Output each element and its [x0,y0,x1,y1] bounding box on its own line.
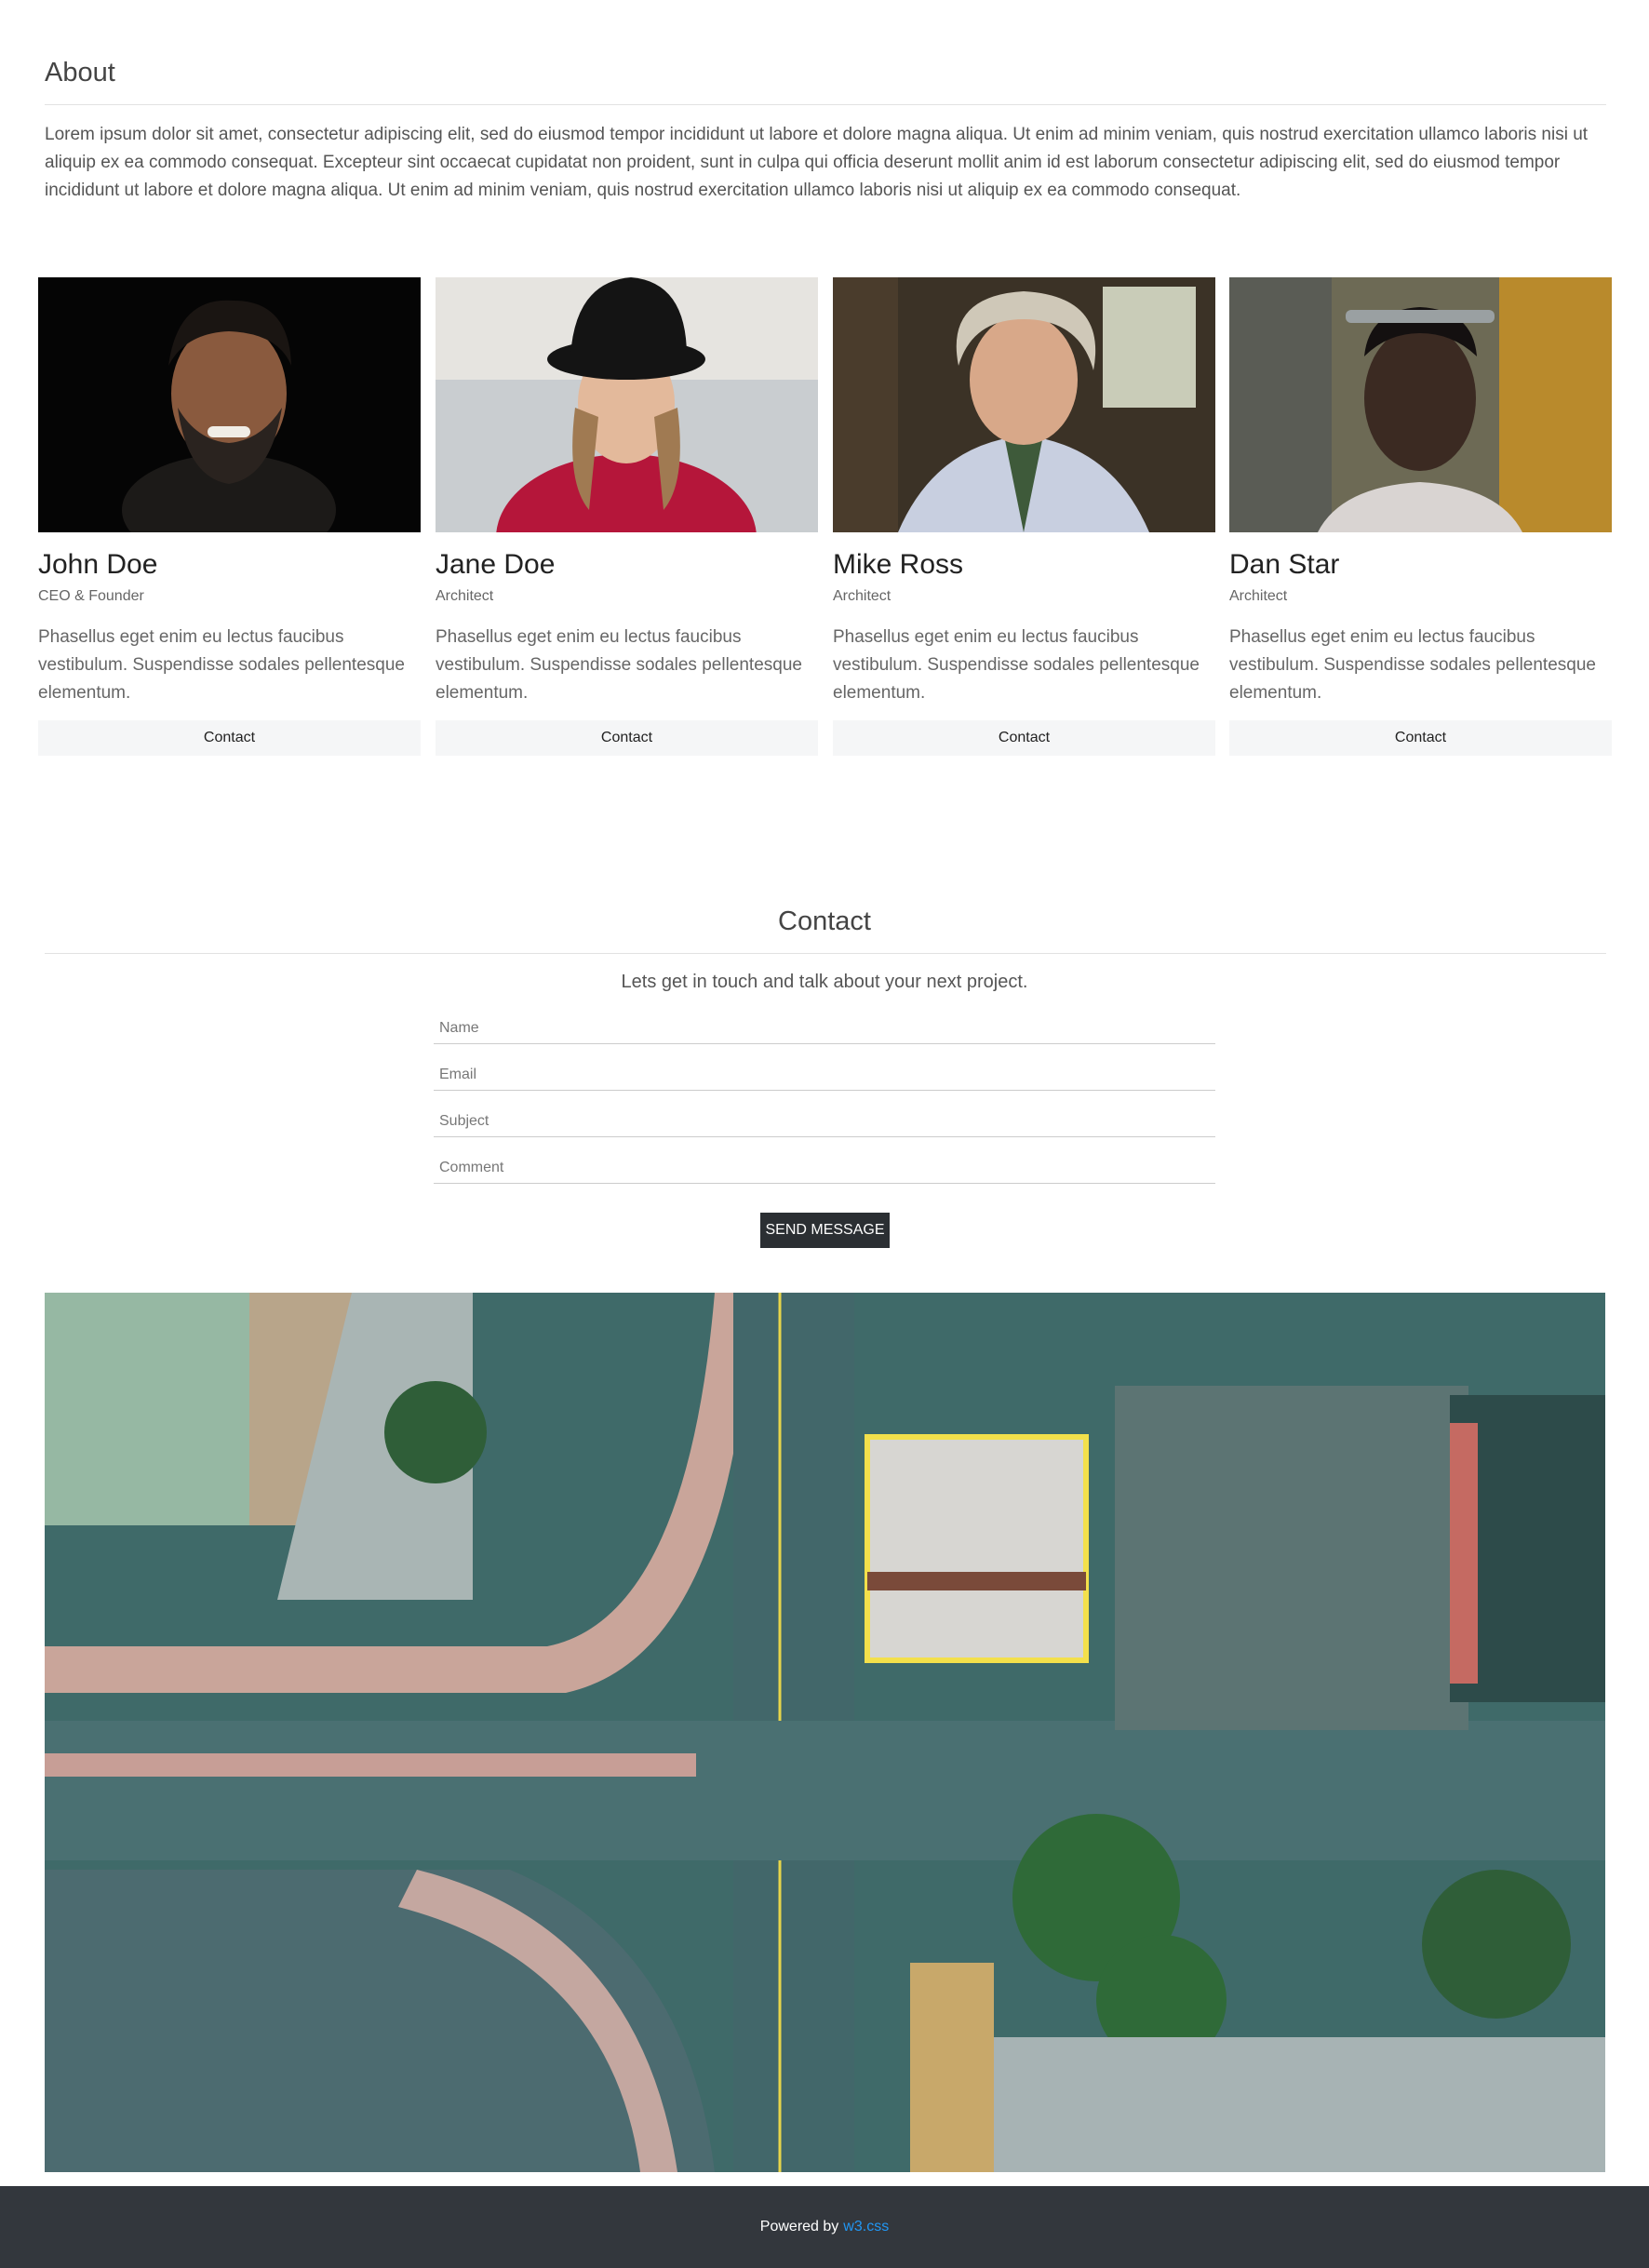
footer: Powered by w3.css [0,2186,1649,2268]
subject-field[interactable] [434,1100,1215,1137]
send-message-button[interactable]: SEND MESSAGE [760,1213,890,1248]
member-role: Architect [1229,588,1288,604]
contact-divider [45,953,1606,954]
w3css-link[interactable]: w3.css [843,2219,889,2235]
about-text: Lorem ipsum dolor sit amet, consectetur … [45,125,1589,200]
contact-subtitle: Lets get in touch and talk about your ne… [621,972,1028,992]
comment-field[interactable] [434,1147,1215,1184]
contact-button[interactable]: Contact [38,720,421,756]
about-divider [45,104,1606,105]
member-photo [833,277,1215,532]
member-role: Architect [436,588,494,604]
member-bio: Phasellus eget enim eu lectus faucibus v… [436,627,802,703]
contact-button[interactable]: Contact [436,720,818,756]
powered-by-text: Powered by [759,2219,839,2234]
member-name: John Doe [38,549,158,580]
member-photo [436,277,818,532]
member-role: CEO & Founder [38,588,144,604]
about-title: About [45,58,115,87]
member-role: Architect [833,588,892,604]
member-bio: Phasellus eget enim eu lectus faucibus v… [38,627,405,703]
contact-title: Contact [778,906,871,936]
member-photo [38,277,421,532]
team-card: Mike Ross Architect Phasellus eget enim … [833,277,1215,756]
aerial-city-image [45,1293,1605,2172]
member-photo [1229,277,1612,532]
contact-button[interactable]: Contact [833,720,1215,756]
member-bio: Phasellus eget enim eu lectus faucibus v… [1229,627,1596,703]
email-field[interactable] [434,1053,1215,1091]
member-name: Dan Star [1229,549,1340,580]
team-card: Dan Star Architect Phasellus eget enim e… [1229,277,1612,756]
member-bio: Phasellus eget enim eu lectus faucibus v… [833,627,1200,703]
name-field[interactable] [434,1007,1215,1044]
team-card: John Doe CEO & Founder Phasellus eget en… [38,277,421,756]
member-name: Mike Ross [833,549,964,580]
contact-button[interactable]: Contact [1229,720,1612,756]
member-name: Jane Doe [436,549,556,580]
team-card: Jane Doe Architect Phasellus eget enim e… [436,277,818,756]
